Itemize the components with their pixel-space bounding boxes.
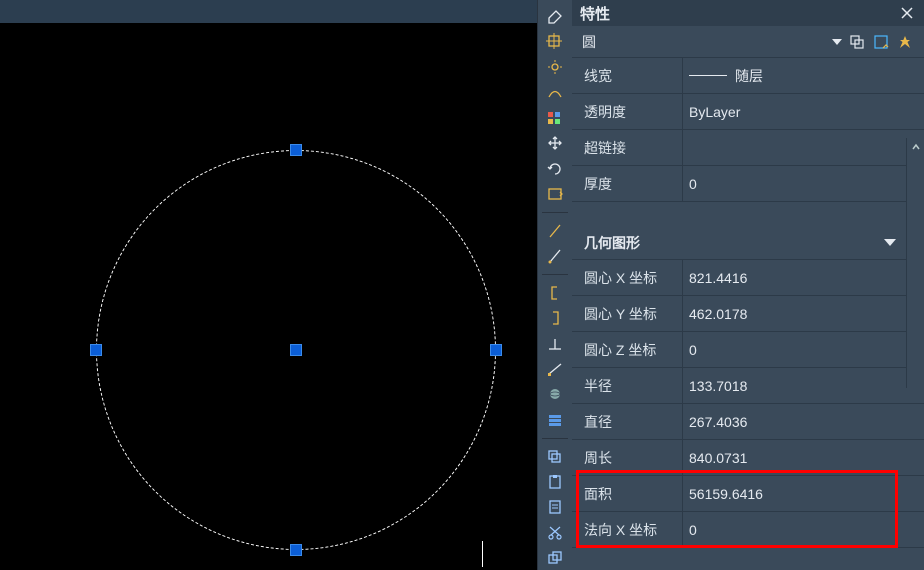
grip-top[interactable] (290, 144, 302, 156)
prop-label: 超链接 (572, 138, 682, 158)
grip-left[interactable] (90, 344, 102, 356)
prop-value[interactable]: 133.7018 (682, 368, 924, 403)
prop-value[interactable]: 0 (682, 166, 924, 201)
prop-row-area[interactable]: 面积 56159.6416 (572, 476, 924, 512)
prop-value[interactable]: 56159.6416 (682, 476, 924, 511)
prop-row-radius[interactable]: 半径 133.7018 (572, 368, 924, 404)
quick-select-icon[interactable] (896, 33, 914, 51)
prop-row-hyperlink[interactable]: 超链接 (572, 130, 924, 166)
object-type-dropdown[interactable]: 圆 (582, 32, 848, 52)
cursor-marker (482, 541, 483, 567)
drawing-canvas-area (0, 0, 537, 570)
prop-row-normal-x[interactable]: 法向 X 坐标 0 (572, 512, 924, 548)
panel-close-icon[interactable] (898, 4, 916, 22)
prop-label: 圆心 X 坐标 (572, 268, 682, 288)
prop-value[interactable]: 267.4036 (682, 404, 924, 439)
object-selector-row: 圆 (572, 26, 924, 58)
toolbar-separator (542, 438, 568, 439)
layers-icon[interactable] (541, 106, 569, 129)
prop-label: 面积 (572, 484, 682, 504)
pick-add-icon[interactable] (848, 33, 866, 51)
prop-value[interactable]: 821.4416 (682, 260, 924, 295)
globe-icon[interactable] (541, 383, 569, 406)
grip-bottom[interactable] (290, 544, 302, 556)
duplicate-icon[interactable] (541, 547, 569, 570)
section-header-label: 几何图形 (584, 233, 640, 253)
grip-right[interactable] (490, 344, 502, 356)
panel-titlebar: 特性 (572, 0, 924, 26)
bracket-open-icon[interactable] (541, 281, 569, 304)
prop-label: 半径 (572, 376, 682, 396)
prop-label: 透明度 (572, 102, 682, 122)
prop-value[interactable]: ByLayer (682, 94, 924, 129)
chevron-down-icon (884, 239, 896, 246)
prop-value[interactable] (682, 130, 924, 165)
selector-icons (848, 33, 914, 51)
toolbar-separator (542, 212, 568, 213)
prop-value[interactable]: 840.0731 (682, 440, 924, 475)
perpendicular-icon[interactable] (541, 332, 569, 355)
canvas-top-strip (0, 0, 537, 23)
properties-panel: 特性 圆 线宽 随层 透明度 ByLayer (572, 0, 924, 570)
scrollbar[interactable] (906, 138, 924, 388)
grip-center[interactable] (290, 344, 302, 356)
paste-icon[interactable] (541, 470, 569, 493)
section-header-geometry[interactable]: 几何图形 (572, 226, 924, 260)
arc-icon[interactable] (541, 80, 569, 103)
prop-row-center-y[interactable]: 圆心 Y 坐标 462.0178 (572, 296, 924, 332)
move-icon[interactable] (541, 131, 569, 154)
panel-body: 线宽 随层 透明度 ByLayer 超链接 厚度 0 几何图形 圆心 X 坐标 (572, 58, 924, 570)
prop-value[interactable]: 0 (682, 512, 924, 547)
rotate-icon[interactable] (541, 157, 569, 180)
brightness-icon[interactable] (541, 55, 569, 78)
prop-label: 法向 X 坐标 (572, 520, 682, 540)
prop-label: 厚度 (572, 174, 682, 194)
cut-icon[interactable] (541, 521, 569, 544)
prop-row-center-z[interactable]: 圆心 Z 坐标 0 (572, 332, 924, 368)
vline-icon[interactable] (541, 244, 569, 267)
slash-icon[interactable] (541, 219, 569, 242)
stack-icon[interactable] (541, 408, 569, 431)
scroll-up-icon[interactable] (907, 138, 924, 156)
bracket-close-icon[interactable] (541, 306, 569, 329)
drawing-viewport[interactable] (0, 23, 537, 570)
prop-value[interactable]: 随层 (682, 58, 924, 93)
toolbar-separator (542, 274, 568, 275)
snap-icon[interactable] (541, 182, 569, 205)
prop-value-text: 随层 (735, 66, 763, 86)
prop-label: 周长 (572, 448, 682, 468)
prop-label: 直径 (572, 412, 682, 432)
eraser-icon[interactable] (541, 4, 569, 27)
prop-row-center-x[interactable]: 圆心 X 坐标 821.4416 (572, 260, 924, 296)
prop-value[interactable]: 462.0178 (682, 296, 924, 331)
prop-row-lineweight[interactable]: 线宽 随层 (572, 58, 924, 94)
prop-label: 圆心 Z 坐标 (572, 340, 682, 360)
panel-title: 特性 (580, 3, 610, 24)
clipboard-icon[interactable] (541, 496, 569, 519)
diagonal-icon[interactable] (541, 357, 569, 380)
select-objects-icon[interactable] (872, 33, 890, 51)
prop-label: 圆心 Y 坐标 (572, 304, 682, 324)
object-type-label: 圆 (582, 32, 596, 52)
prop-row-thickness[interactable]: 厚度 0 (572, 166, 924, 202)
prop-row-transparency[interactable]: 透明度 ByLayer (572, 94, 924, 130)
prop-label: 线宽 (572, 66, 682, 86)
prop-row-diameter[interactable]: 直径 267.4036 (572, 404, 924, 440)
copy-icon[interactable] (541, 445, 569, 468)
prop-value[interactable]: 0 (682, 332, 924, 367)
prop-row-circumference[interactable]: 周长 840.0731 (572, 440, 924, 476)
select-icon[interactable] (541, 29, 569, 52)
spacer (572, 202, 924, 226)
vertical-toolbar (537, 0, 572, 570)
